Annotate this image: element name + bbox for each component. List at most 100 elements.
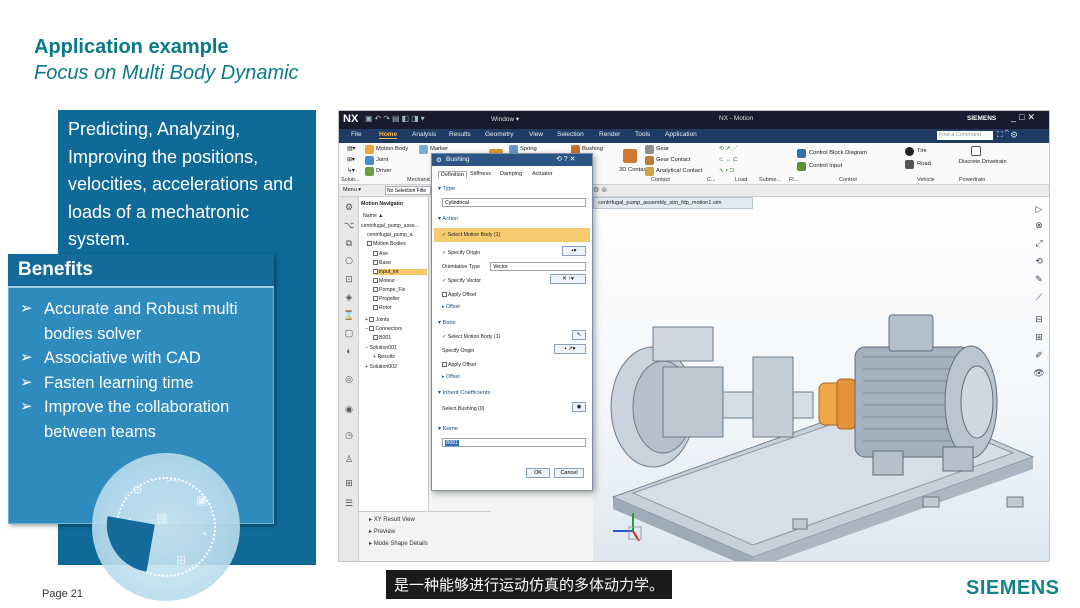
panel-preview[interactable]: ▸ Preview <box>369 528 395 535</box>
tree-node[interactable]: − Connectors <box>365 326 402 332</box>
name-input[interactable]: B001 <box>442 438 586 447</box>
dialog-titlebar[interactable]: ⚙ Bushing ⟲ ? ✕ <box>432 154 592 166</box>
name-section[interactable]: ▾ Name <box>438 426 458 432</box>
tab-results[interactable]: Results <box>449 131 471 138</box>
dialog-controls[interactable]: ⟲ ? ✕ <box>556 155 576 163</box>
gear-contact-button[interactable]: Gear Contact <box>656 157 690 163</box>
vector-tools-icon[interactable]: ⊂ ↔ ⊏ <box>719 157 738 163</box>
type-dropdown[interactable]: Cylindrical <box>442 198 586 207</box>
road-button[interactable]: Road <box>917 161 931 167</box>
window-menu[interactable]: Window ▾ <box>491 115 519 123</box>
settings-icon[interactable]: ◎ <box>343 373 355 385</box>
tree-node[interactable]: centrifugal_pump_a <box>367 232 413 238</box>
constraint-icon[interactable]: ⊡ <box>343 273 355 285</box>
driver-button[interactable]: Driver <box>376 168 391 174</box>
animate-icon[interactable]: ↳▾ <box>347 168 355 174</box>
edit-icon[interactable]: ✐ <box>1033 349 1045 361</box>
tree-node[interactable]: centrifugal_pump_asse... <box>361 223 419 229</box>
spring-button[interactable]: Spring <box>520 146 537 152</box>
tire-button[interactable]: Tire <box>917 148 927 154</box>
tree-node[interactable]: Moteur <box>373 278 395 284</box>
panel-mode-shape-details[interactable]: ▸ Mode Shape Details <box>369 540 428 547</box>
tree-node[interactable]: Rotor <box>373 305 392 311</box>
menu-button[interactable]: Menu ▾ <box>343 187 361 193</box>
tree-node[interactable]: − Solution001 <box>365 345 397 351</box>
motion-body-button[interactable]: Motion Body <box>376 146 408 152</box>
part-icon[interactable]: ⎔ <box>343 255 355 267</box>
tab-render[interactable]: Render <box>599 131 620 138</box>
find-command-input[interactable]: Find a Command <box>937 131 993 140</box>
tree-node[interactable]: Propeller <box>373 296 400 302</box>
fit-icon[interactable]: ⤢ <box>1033 237 1045 249</box>
action-select-motion-body[interactable]: ✓ Select Motion Body (1) <box>434 228 590 242</box>
assembly-icon[interactable]: ⧉ <box>343 237 355 249</box>
action-specify-origin[interactable]: ✓ Specify Origin <box>442 250 480 256</box>
tree-node[interactable]: + Results <box>373 354 395 360</box>
list-icon[interactable]: ☰ <box>343 497 355 509</box>
cancel-button[interactable]: Cancel <box>554 468 584 478</box>
base-body-picker[interactable]: ↖ <box>572 330 586 340</box>
tab-tools[interactable]: Tools <box>635 131 650 138</box>
tab-selection[interactable]: Selection <box>557 131 584 138</box>
tab-actuator[interactable]: Actuator <box>532 171 552 177</box>
selection-filter-dropdown[interactable]: No Selection Filte <box>385 186 431 195</box>
tab-definition[interactable]: Definition <box>438 171 467 178</box>
role-icon[interactable]: ◐ <box>343 345 355 357</box>
joint-button[interactable]: Joint <box>376 157 388 163</box>
wrench-icon[interactable]: ✎ <box>1033 273 1045 285</box>
viewport-file-tab[interactable]: centrifugal_pump_assembly_sim_fdp_motion… <box>593 197 753 209</box>
grid-icon[interactable]: ⊞ <box>343 477 355 489</box>
tab-damping[interactable]: Damping <box>500 171 522 177</box>
tree-node[interactable]: Pompe_Fix <box>373 287 405 293</box>
tree-node[interactable]: + Solution002 <box>365 364 397 370</box>
inherit-coefficients-section[interactable]: ▾ Inherit Coefficients <box>438 390 490 396</box>
tree-node[interactable]: B001 <box>373 335 391 341</box>
base-specify-origin[interactable]: Specify Origin <box>442 348 474 354</box>
tab-stiffness[interactable]: Stiffness <box>470 171 491 177</box>
contact-3d-button[interactable]: 3D Contact <box>619 167 648 173</box>
tree-node[interactable]: Motion Bodies <box>367 241 406 247</box>
discrete-drivetrain-button[interactable]: Discrete Drivetrain <box>959 159 1007 165</box>
clipboard-icon[interactable]: ▢ <box>343 327 355 339</box>
ok-button[interactable]: OK <box>526 468 550 478</box>
palette-icon[interactable]: ◈ <box>343 291 355 303</box>
orientation-type-dropdown[interactable]: Vector <box>490 262 586 271</box>
clock-icon[interactable]: ◷ <box>343 429 355 441</box>
action-section[interactable]: ▾ Action <box>438 216 458 222</box>
type-section[interactable]: ▾ Type <box>438 186 455 192</box>
panel-xy-result-view[interactable]: ▸ XY Result View <box>369 516 415 523</box>
name-column-header[interactable]: Name ▲ <box>363 213 383 219</box>
grid-view-icon[interactable]: ⊞ <box>1033 331 1045 343</box>
bushing-button[interactable]: Bushing <box>582 146 603 152</box>
window-controls[interactable]: _□✕ <box>1011 112 1038 123</box>
gear-button[interactable]: Gear <box>656 146 669 152</box>
select-bushing-row[interactable]: Select Bushing (0) <box>442 406 484 412</box>
apply-offset-checkbox[interactable]: Apply Offset <box>442 292 476 298</box>
base-select-motion-body[interactable]: ✓ Select Motion Body (1) <box>442 334 500 340</box>
measure-icon[interactable]: ⟋ <box>1033 291 1045 303</box>
selection-tools-icon[interactable]: ⚙ ⊚ <box>593 186 607 194</box>
ribbon-options-icon[interactable]: ⛶⌃⚙ <box>997 130 1019 140</box>
quick-access-toolbar[interactable]: ▣↶↷▤◧◨▾ <box>365 114 427 123</box>
control-input-button[interactable]: Control Input <box>809 163 842 169</box>
pump-assembly-model[interactable] <box>593 197 1050 562</box>
navigator-icon[interactable]: ⚙ <box>343 201 355 213</box>
base-offset-expander[interactable]: ▸ Offset <box>442 374 460 380</box>
history-icon[interactable]: ⌛ <box>343 309 355 321</box>
offset-expander[interactable]: ▸ Offset <box>442 304 460 310</box>
rotate-icon[interactable]: ⟲ <box>1033 255 1045 267</box>
tree-node[interactable]: Axe <box>373 251 388 257</box>
tab-analysis[interactable]: Analysis <box>412 131 436 138</box>
visibility-icon[interactable]: 👁 <box>1033 367 1045 379</box>
play-icon[interactable]: ▷ <box>1033 203 1045 215</box>
section-icon[interactable]: ⊟ <box>1033 313 1045 325</box>
tree-node[interactable]: Base <box>373 260 391 266</box>
stop-icon[interactable]: ⊗ <box>1033 219 1045 231</box>
base-section[interactable]: ▾ Base <box>438 320 456 326</box>
graphics-viewport[interactable] <box>593 197 1050 562</box>
tab-file[interactable]: File <box>351 131 361 138</box>
vector-picker-button[interactable]: ✕ ↑▾ <box>550 274 586 284</box>
specify-vector[interactable]: ✓ Specify Vector <box>442 278 481 284</box>
marker-button[interactable]: Marker <box>430 146 448 152</box>
solution-icon[interactable]: ▤▾ <box>347 146 355 152</box>
